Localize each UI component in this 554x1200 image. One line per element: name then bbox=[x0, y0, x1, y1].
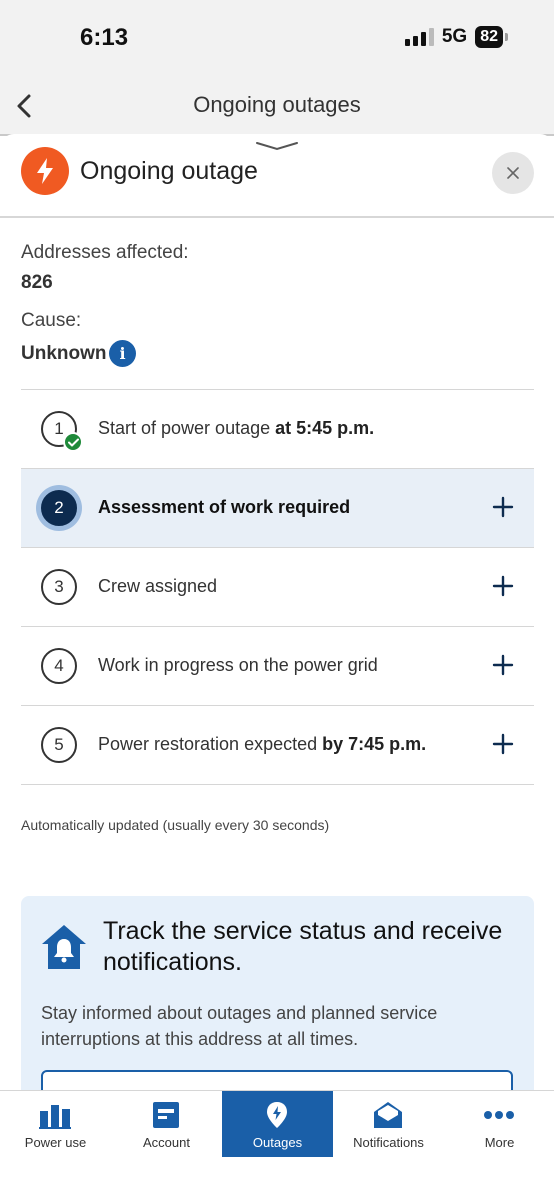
nav-header: Ongoing outages bbox=[0, 76, 554, 136]
status-indicators: 5G 82 bbox=[404, 26, 508, 48]
page-title: Ongoing outages bbox=[193, 92, 361, 117]
battery-icon: 82 bbox=[475, 26, 508, 48]
more-dots-icon bbox=[484, 1111, 514, 1119]
outage-sheet: Ongoing outage Addresses affected: 826 C… bbox=[0, 134, 554, 1092]
step-number: 2 bbox=[41, 490, 77, 526]
outage-pin-icon bbox=[267, 1102, 287, 1128]
tab-label: More bbox=[484, 1135, 515, 1150]
step-row-4[interactable]: 4 Work in progress on the power grid bbox=[21, 627, 534, 706]
battery-level: 82 bbox=[475, 26, 503, 48]
tab-label: Notifications bbox=[353, 1135, 424, 1150]
cause-label: Cause: bbox=[21, 310, 82, 331]
step-label: Work in progress on the power grid bbox=[98, 655, 378, 675]
tab-bar: Power use Account Outages Notifications … bbox=[0, 1090, 554, 1200]
step-label: Assessment of work required bbox=[98, 497, 351, 517]
tab-label: Account bbox=[143, 1135, 190, 1150]
expand-plus-icon[interactable] bbox=[491, 732, 515, 756]
step-number: 3 bbox=[41, 569, 77, 605]
promo-title: Track the service status and receive not… bbox=[103, 917, 503, 976]
tab-notifications[interactable]: Notifications bbox=[333, 1091, 444, 1157]
notifications-promo-card: Track the service status and receive not… bbox=[21, 896, 534, 1092]
tab-power-use[interactable]: Power use bbox=[0, 1091, 111, 1157]
tab-account[interactable]: Account bbox=[111, 1091, 222, 1157]
addresses-affected-label: Addresses affected: bbox=[21, 242, 189, 263]
cause-value: Unknown bbox=[21, 343, 107, 364]
tab-label: Outages bbox=[252, 1135, 303, 1150]
tab-more[interactable]: More bbox=[444, 1091, 554, 1157]
promo-text: Stay informed about outages and planned … bbox=[41, 1003, 438, 1049]
info-icon[interactable]: i bbox=[109, 340, 136, 367]
step-label: Power restoration expected by 7:45 p.m. bbox=[98, 734, 427, 754]
expand-plus-icon[interactable] bbox=[491, 495, 515, 519]
step-number: 5 bbox=[41, 727, 77, 763]
sheet-title: Ongoing outage bbox=[80, 157, 258, 185]
step-label: Start of power outage at 5:45 p.m. bbox=[98, 418, 375, 438]
expand-plus-icon[interactable] bbox=[491, 574, 515, 598]
outage-progress-steps: 1 Start of power outage at 5:45 p.m. 2 A… bbox=[21, 389, 534, 785]
expand-plus-icon[interactable] bbox=[491, 653, 515, 677]
step-row-2[interactable]: 2 Assessment of work required bbox=[21, 469, 534, 548]
auto-update-note: Automatically updated (usually every 30 … bbox=[21, 817, 330, 833]
bar-chart-icon bbox=[39, 1105, 71, 1129]
status-time: 6:13 bbox=[80, 24, 129, 51]
checkmark-icon bbox=[63, 432, 83, 452]
signal-icon bbox=[404, 28, 434, 46]
tab-label: Power use bbox=[24, 1135, 87, 1150]
sheet-header: Ongoing outage bbox=[0, 134, 554, 218]
step-number: 4 bbox=[41, 648, 77, 684]
step-row-3[interactable]: 3 Crew assigned bbox=[21, 548, 534, 627]
envelope-icon bbox=[374, 1102, 402, 1128]
close-icon bbox=[507, 167, 519, 179]
step-row-1: 1 Start of power outage at 5:45 p.m. bbox=[21, 390, 534, 469]
addresses-affected-value: 826 bbox=[21, 272, 53, 293]
bill-icon bbox=[153, 1102, 179, 1128]
lightning-bolt-icon bbox=[21, 147, 69, 195]
promo-action-button[interactable] bbox=[41, 1070, 513, 1092]
close-button[interactable] bbox=[492, 152, 534, 194]
house-bell-icon bbox=[42, 925, 86, 969]
tab-outages[interactable]: Outages bbox=[222, 1091, 333, 1157]
step-label: Crew assigned bbox=[98, 576, 218, 596]
status-bar: 6:13 5G 82 bbox=[0, 0, 554, 76]
step-row-5[interactable]: 5 Power restoration expected by 7:45 p.m… bbox=[21, 706, 534, 785]
network-type: 5G bbox=[441, 26, 468, 47]
